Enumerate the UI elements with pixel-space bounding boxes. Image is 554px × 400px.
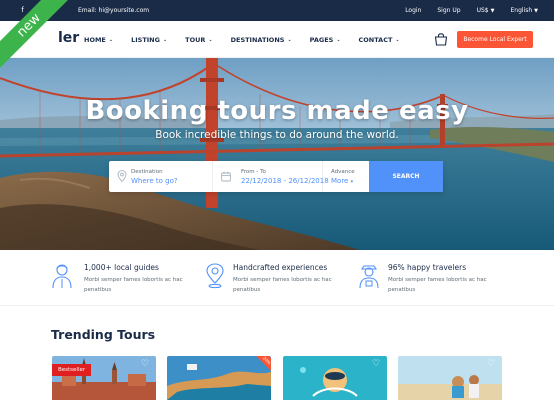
main-nav: HOME ⌄ LISTING ⌄ TOUR ⌄ DESTINATIONS ⌄ PAGES… — [84, 21, 400, 58]
chevron-down-icon: ▾ — [350, 179, 354, 185]
nav-label: PAGES — [309, 35, 334, 44]
feature-description: Morbi semper fames lobortis ac hac penat… — [388, 277, 487, 293]
bestseller-badge: Bestseller — [52, 364, 92, 376]
chevron-down-icon: ⌄ — [395, 36, 400, 43]
heart-icon[interactable]: ♡ — [141, 360, 150, 369]
features-strip: 1,000+ local guides Morbi semper fames l… — [0, 250, 554, 306]
chevron-down-icon: ⌄ — [208, 36, 213, 43]
main-header: ler HOME ⌄ LISTING ⌄ TOUR ⌄ DESTINATIONS ⌄ P… — [0, 21, 554, 58]
nav-item-contact[interactable]: CONTACT ⌄ — [359, 36, 400, 44]
nav-label: CONTACT — [358, 35, 393, 44]
guide-person-icon — [52, 264, 72, 289]
currency-label: US$ — [476, 7, 489, 14]
signup-link[interactable]: Sign Up — [437, 7, 460, 14]
chevron-down-icon: ⌄ — [336, 36, 341, 43]
nav-label: TOUR — [185, 35, 206, 44]
feature-title: 1,000+ local guides — [84, 263, 159, 272]
language-select[interactable]: English ▼ — [510, 7, 538, 14]
date-range-field[interactable]: From - To 22/12/2018 - 26/12/2018 — [213, 161, 329, 192]
advance-field[interactable]: Advance More ▾ — [323, 161, 369, 192]
destination-label: Destination — [131, 169, 163, 175]
advance-more-label: More — [331, 177, 349, 185]
tour-card[interactable]: ♡ — [283, 356, 387, 400]
login-link[interactable]: Login — [405, 7, 421, 14]
map-pin-icon — [117, 170, 127, 182]
feature-title: 96% happy travelers — [388, 263, 467, 272]
site-logo[interactable]: ler — [58, 30, 79, 46]
feature-local-guides: 1,000+ local guides Morbi semper fames l… — [51, 261, 201, 301]
hero-subtitle: Book incredible things to do around the … — [155, 129, 399, 141]
nav-item-listing[interactable]: LISTING ⌄ — [131, 36, 167, 44]
feature-happy-travelers: 96% happy travelers Morbi semper fames l… — [358, 261, 508, 301]
advance-more-dropdown[interactable]: More ▾ — [331, 177, 353, 185]
calendar-icon — [221, 171, 231, 182]
language-label: English — [510, 7, 533, 14]
become-local-expert-button[interactable]: Become Local Expert — [457, 31, 533, 48]
search-button[interactable]: SEARCH — [369, 161, 443, 192]
date-range-value[interactable]: 22/12/2018 - 26/12/2018 — [241, 177, 329, 185]
hero-title: Booking tours made easy — [85, 96, 469, 126]
tour-card[interactable]: ♡ — [398, 356, 502, 400]
tour-card[interactable]: 20% — [167, 356, 271, 400]
contact-email[interactable]: Email: hi@yoursite.com — [78, 7, 149, 14]
traveler-icon — [359, 265, 379, 289]
chevron-down-icon: ▼ — [534, 8, 538, 14]
hero-banner: Booking tours made easy Book incredible … — [0, 58, 554, 250]
top-bar: f Email: hi@yoursite.com Login Sign Up U… — [0, 0, 554, 21]
currency-select[interactable]: US$ ▼ — [477, 7, 495, 14]
chevron-down-icon: ⌄ — [108, 36, 114, 43]
feature-handcrafted: Handcrafted experiences Morbi semper fam… — [204, 261, 354, 301]
heart-icon[interactable]: ♡ — [487, 360, 496, 369]
heart-icon[interactable]: ♡ — [372, 360, 381, 369]
nav-label: LISTING — [131, 35, 160, 44]
nav-item-destinations[interactable]: DESTINATIONS ⌄ — [231, 36, 292, 44]
feature-description: Morbi semper fames lobortis ac hac penat… — [233, 277, 332, 293]
chevron-down-icon: ▼ — [490, 8, 495, 14]
nav-item-home[interactable]: HOME ⌄ — [84, 36, 113, 44]
destination-input[interactable]: Where to go? — [131, 177, 178, 185]
tour-card[interactable]: Bestseller ♡ — [52, 356, 156, 400]
tour-search-form: Destination Where to go? From - To 22/12… — [109, 161, 443, 192]
destination-field[interactable]: Destination Where to go? — [109, 161, 213, 192]
shopping-bag-icon[interactable] — [434, 33, 448, 46]
feature-description: Morbi semper fames lobortis ac hac penat… — [84, 277, 183, 293]
date-range-label: From - To — [241, 169, 266, 175]
chevron-down-icon: ⌄ — [287, 36, 292, 43]
nav-label: DESTINATIONS — [230, 35, 285, 44]
hero-background-image — [0, 58, 554, 250]
location-pin-icon — [206, 263, 224, 289]
nav-label: HOME — [84, 35, 106, 44]
chevron-down-icon: ⌄ — [162, 36, 168, 43]
advance-label: Advance — [331, 169, 355, 175]
nav-item-pages[interactable]: PAGES ⌄ — [310, 36, 341, 44]
tour-image-coast — [167, 356, 271, 400]
feature-title: Handcrafted experiences — [233, 263, 328, 272]
trending-tours-heading: Trending Tours — [51, 327, 156, 342]
nav-item-tour[interactable]: TOUR ⌄ — [185, 36, 212, 44]
